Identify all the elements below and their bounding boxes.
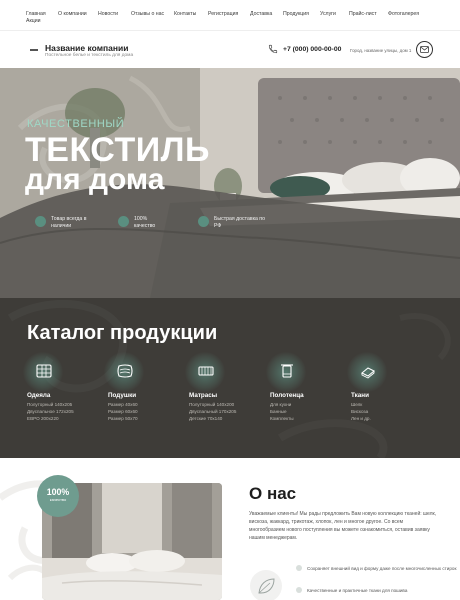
site-header: Название компании Постельное белье и тек… bbox=[0, 30, 460, 68]
category-item[interactable]: Размер 60х60 bbox=[108, 409, 138, 414]
category-item[interactable]: Детские 70х140 bbox=[189, 416, 222, 421]
about-feature-text: Сохраняет внешний вид и форму даже после… bbox=[307, 566, 457, 571]
nav-item-registration[interactable]: Регистрация bbox=[208, 11, 238, 17]
fabric-icon bbox=[361, 367, 375, 379]
hero-feature-text: Быстрая доставка по РФ bbox=[214, 216, 265, 229]
hero-feature-text: Товар всегда в наличии bbox=[51, 216, 87, 229]
mattress-icon bbox=[198, 366, 214, 376]
catalog-section: Каталог продукции Одеяла Полуторный 140х… bbox=[0, 298, 460, 458]
mail-button[interactable] bbox=[416, 41, 433, 58]
category-item[interactable]: Банные bbox=[270, 409, 287, 414]
catalog-title: Каталог продукции bbox=[27, 322, 218, 344]
truck-icon bbox=[198, 216, 209, 227]
leaf-badge bbox=[250, 570, 282, 600]
logo-mark bbox=[30, 49, 38, 51]
nav-item-gallery[interactable]: Фотогалерея bbox=[388, 11, 419, 17]
category-name: Ткани bbox=[351, 392, 369, 399]
badge-percent: 100% bbox=[46, 487, 70, 497]
category-item[interactable]: Лен и др. bbox=[351, 416, 371, 421]
nav-item-news[interactable]: Новости bbox=[98, 11, 118, 17]
quality-icon bbox=[118, 216, 129, 227]
nav-item-about-company[interactable]: О компании bbox=[58, 11, 87, 17]
blanket-icon bbox=[36, 364, 52, 378]
about-section: 100% качество О нас Уважаемые клиенты! М… bbox=[0, 458, 460, 600]
category-item[interactable]: Для кухни bbox=[270, 402, 291, 407]
company-name[interactable]: Название компании bbox=[45, 43, 128, 53]
category-item[interactable]: Комплекты bbox=[270, 416, 294, 421]
category-item[interactable]: Полуторный 140х200 bbox=[189, 402, 234, 407]
nav-item-pricelist[interactable]: Прайс-лист bbox=[349, 11, 377, 17]
hero-feature-text: 100% качество bbox=[134, 216, 156, 229]
category-name: Подушки bbox=[108, 392, 137, 399]
category-item[interactable]: ЕВРО 200х220 bbox=[27, 416, 59, 421]
hero-feature-quality: 100% качество bbox=[118, 216, 164, 229]
pillow-icon bbox=[117, 364, 133, 378]
category-item[interactable]: Размер 50х70 bbox=[108, 416, 138, 421]
towel-icon bbox=[281, 364, 293, 378]
box-icon bbox=[35, 216, 46, 227]
category-item[interactable]: Размер 40х60 bbox=[108, 402, 138, 407]
category-name: Полотенца bbox=[270, 392, 304, 399]
category-item[interactable]: Шелк bbox=[351, 402, 362, 407]
hero-title-line2: для дома bbox=[25, 163, 165, 196]
category-name: Одеяла bbox=[27, 392, 51, 399]
company-tagline: Постельное белье и текстиль для дома bbox=[45, 53, 134, 58]
nav-item-contacts[interactable]: Контакты bbox=[174, 11, 196, 17]
hero-feature-delivery: Быстрая доставка по РФ bbox=[198, 216, 266, 229]
badge-label: качество bbox=[49, 497, 67, 502]
about-feature-quality-fabrics: Качественные и практичные ткани для поши… bbox=[296, 587, 457, 594]
top-nav: Главная О компании Новости Отзывы о нас … bbox=[0, 0, 460, 30]
nav-item-home[interactable]: Главная bbox=[26, 11, 46, 17]
about-title: О нас bbox=[249, 484, 297, 503]
mail-icon bbox=[420, 46, 429, 53]
quality-badge: 100% качество bbox=[37, 475, 79, 517]
category-item[interactable]: Полуторный 140х205 bbox=[27, 402, 72, 407]
feature-dot-icon bbox=[296, 565, 302, 571]
about-feature-durability: Сохраняет внешний вид и форму даже после… bbox=[296, 565, 457, 572]
phone-icon bbox=[268, 44, 278, 54]
category-item[interactable]: Вискоза bbox=[351, 409, 368, 414]
leaf-icon bbox=[258, 578, 275, 594]
nav-item-services[interactable]: Услуги bbox=[320, 11, 336, 17]
hero-kicker: КАЧЕСТВЕННЫЙ bbox=[27, 118, 125, 130]
nav-item-promotions[interactable]: Акции bbox=[26, 18, 41, 24]
nav-item-delivery[interactable]: Доставка bbox=[250, 11, 272, 17]
about-feature-text: Качественные и практичные ткани для поши… bbox=[307, 588, 408, 593]
hero-banner: КАЧЕСТВЕННЫЙ ТЕКСТИЛЬ для дома Товар все… bbox=[0, 68, 460, 298]
hero-feature-stock: Товар всегда в наличии bbox=[35, 216, 99, 229]
category-item[interactable]: Двуспальный 170х205 bbox=[189, 409, 236, 414]
feature-dot-icon bbox=[296, 587, 302, 593]
address: Город, название улицы, дом 1 bbox=[350, 47, 412, 53]
about-text: Уважаемые клиенты! Мы рады предложить Ва… bbox=[249, 511, 437, 541]
nav-item-reviews[interactable]: Отзывы о нас bbox=[131, 11, 164, 17]
phone-number[interactable]: +7 (000) 000-00-00 bbox=[283, 46, 341, 53]
category-item[interactable]: Двуспальное 172х205 bbox=[27, 409, 74, 414]
nav-item-products[interactable]: Продукция bbox=[283, 11, 309, 17]
category-name: Матрасы bbox=[189, 392, 218, 399]
